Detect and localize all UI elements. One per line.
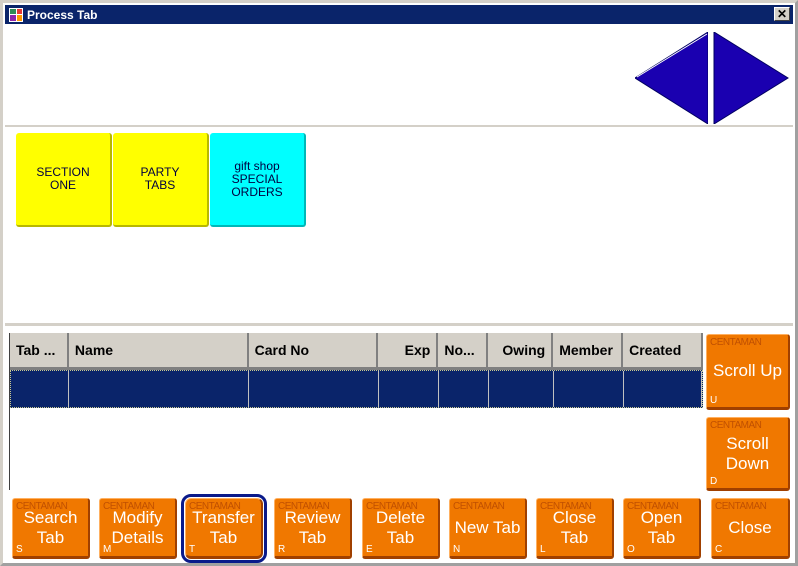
- close-tab-button[interactable]: CENTAMAN Close Tab L: [536, 498, 614, 559]
- cell-owing: [489, 371, 554, 407]
- section-button-section-one[interactable]: SECTION ONE: [16, 133, 112, 227]
- button-label: Modify Details: [111, 508, 164, 547]
- column-header-exp[interactable]: Exp: [378, 333, 439, 367]
- close-window-button[interactable]: ✕: [774, 7, 790, 21]
- modify-details-button[interactable]: CENTAMAN Modify Details M: [99, 498, 177, 559]
- title-bar: Process Tab ✕: [5, 5, 793, 24]
- button-label: Close: [728, 518, 772, 537]
- button-label: Transfer Tab: [192, 508, 255, 547]
- button-label: Scroll Down: [725, 434, 770, 473]
- section-button-party-tabs[interactable]: PARTY TABS: [113, 133, 209, 227]
- navigation-arrows: [635, 32, 789, 124]
- hotkey-label: L: [540, 544, 546, 555]
- button-label: Search Tab: [23, 508, 78, 547]
- new-tab-button[interactable]: CENTAMAN New Tab N: [449, 498, 527, 559]
- hotkey-label: D: [710, 476, 718, 487]
- tabs-grid: Tab ... Name Card No Exp No... Owing Mem…: [9, 333, 703, 490]
- cell-no: [439, 371, 489, 407]
- cell-tab: [11, 371, 69, 407]
- scroll-up-button[interactable]: CENTAMAN Scroll Up U: [706, 334, 790, 410]
- button-label: New Tab: [454, 518, 521, 537]
- hotkey-label: U: [710, 395, 718, 406]
- column-header-member[interactable]: Member: [553, 333, 624, 367]
- column-header-name[interactable]: Name: [69, 333, 249, 367]
- column-header-tab[interactable]: Tab ...: [10, 333, 69, 367]
- column-header-card-no[interactable]: Card No: [249, 333, 379, 367]
- grid-header: Tab ... Name Card No Exp No... Owing Mem…: [10, 333, 703, 370]
- button-label: Open Tab: [640, 508, 683, 547]
- app-icon: [9, 7, 23, 22]
- cell-member: [554, 371, 624, 407]
- section-button-gift-shop[interactable]: gift shop SPECIAL ORDERS: [210, 133, 306, 227]
- column-header-created[interactable]: Created: [623, 333, 703, 367]
- section-area: SECTION ONE PARTY TABS gift shop SPECIAL…: [5, 128, 793, 326]
- column-header-no[interactable]: No...: [438, 333, 489, 367]
- triangle-right-icon[interactable]: [711, 32, 789, 124]
- cell-card-no: [249, 371, 379, 407]
- brand-label: CENTAMAN: [453, 501, 505, 512]
- triangle-left-icon[interactable]: [635, 32, 710, 124]
- table-row-selected[interactable]: [10, 370, 703, 408]
- cell-created: [624, 371, 702, 407]
- hotkey-label: S: [16, 544, 23, 555]
- hotkey-label: C: [715, 544, 723, 555]
- navigation-area: [5, 24, 793, 127]
- cell-exp: [379, 371, 439, 407]
- scroll-down-button[interactable]: CENTAMAN Scroll Down D: [706, 417, 790, 491]
- brand-label: CENTAMAN: [710, 337, 762, 348]
- search-tab-button[interactable]: CENTAMAN Search Tab S: [12, 498, 90, 559]
- button-label: Scroll Up: [713, 361, 782, 380]
- hotkey-label: N: [453, 544, 461, 555]
- open-tab-button[interactable]: CENTAMAN Open Tab O: [623, 498, 701, 559]
- transfer-tab-button[interactable]: CENTAMAN Transfer Tab T: [181, 494, 267, 563]
- window-title: Process Tab: [27, 7, 98, 22]
- hotkey-label: E: [366, 544, 373, 555]
- brand-label: CENTAMAN: [710, 420, 762, 431]
- cell-name: [69, 371, 249, 407]
- close-button[interactable]: CENTAMAN Close C: [711, 498, 790, 559]
- hotkey-label: R: [278, 544, 286, 555]
- column-header-owing[interactable]: Owing: [488, 333, 554, 367]
- delete-tab-button[interactable]: CENTAMAN Delete Tab E: [362, 498, 440, 559]
- brand-label: CENTAMAN: [715, 501, 767, 512]
- button-label: Review Tab: [284, 508, 341, 547]
- button-label: Delete Tab: [375, 508, 426, 547]
- button-label: Close Tab: [552, 508, 597, 547]
- hotkey-label: O: [627, 544, 635, 555]
- hotkey-label: T: [189, 544, 196, 555]
- hotkey-label: M: [103, 544, 112, 555]
- review-tab-button[interactable]: CENTAMAN Review Tab R: [274, 498, 352, 559]
